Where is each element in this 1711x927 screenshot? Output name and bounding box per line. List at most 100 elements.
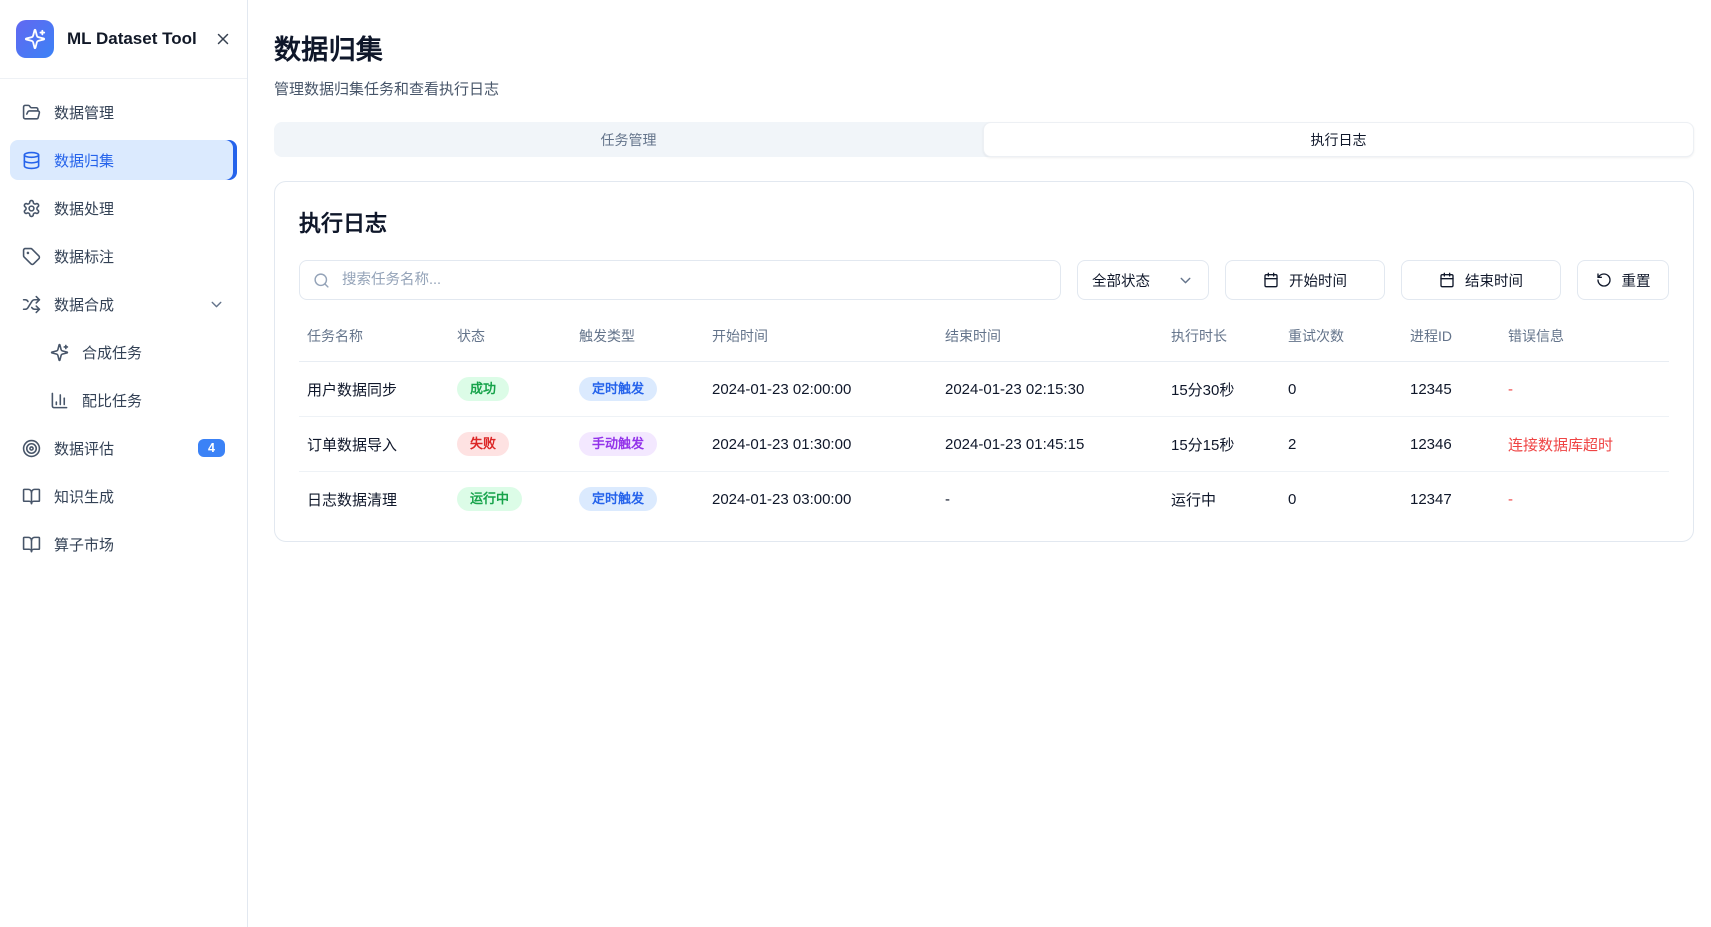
end-time-cell: 2024-01-23 01:45:15 xyxy=(937,417,1163,472)
status-filter-value: 全部状态 xyxy=(1092,270,1150,291)
chart-icon xyxy=(50,391,69,410)
filter-toolbar: 全部状态 开始时间 结束时间 重置 xyxy=(299,260,1669,300)
book-icon xyxy=(22,487,41,506)
trigger-cell: 定时触发 xyxy=(571,472,704,527)
reset-label: 重置 xyxy=(1622,270,1651,291)
count-badge: 4 xyxy=(198,439,225,458)
status-badge: 运行中 xyxy=(457,487,522,511)
sidebar-item-label: 数据标注 xyxy=(54,246,225,267)
sidebar-item-ratio-task[interactable]: 配比任务 xyxy=(38,380,237,420)
folder-icon xyxy=(22,103,41,122)
shuffle-icon xyxy=(22,295,41,314)
status-badge: 成功 xyxy=(457,377,509,401)
page-subtitle: 管理数据归集任务和查看执行日志 xyxy=(274,78,1694,99)
trigger-badge: 定时触发 xyxy=(579,487,657,511)
trigger-badge: 手动触发 xyxy=(579,432,657,456)
book-icon xyxy=(22,535,41,554)
column-header: 执行时长 xyxy=(1163,316,1280,362)
table-row: 用户数据同步成功 定时触发 2024-01-23 02:00:002024-01-2… xyxy=(299,362,1669,417)
sidebar-item-data-synthesis[interactable]: 数据合成 xyxy=(10,284,237,324)
sidebar-item-label: 配比任务 xyxy=(82,390,225,411)
end-time-label: 结束时间 xyxy=(1465,270,1523,291)
task-name-cell: 订单数据导入 xyxy=(299,417,449,472)
sidebar-item-knowledge-generation[interactable]: 知识生成 xyxy=(10,476,237,516)
sidebar-item-data-management[interactable]: 数据管理 xyxy=(10,92,237,132)
pid-cell: 12347 xyxy=(1402,472,1500,527)
sidebar-close-button[interactable] xyxy=(210,26,236,52)
end-time-button[interactable]: 结束时间 xyxy=(1401,260,1561,300)
column-header: 任务名称 xyxy=(299,316,449,362)
tag-icon xyxy=(22,247,41,266)
column-header: 重试次数 xyxy=(1280,316,1402,362)
table-row: 日志数据清理运行中定时触发2024-01-23 03:00:00-运行中0123… xyxy=(299,472,1669,527)
column-header: 开始时间 xyxy=(704,316,937,362)
target-icon xyxy=(22,439,41,458)
error-cell: 连接数据库超时 xyxy=(1500,417,1669,472)
sidebar-item-data-annotation[interactable]: 数据标注 xyxy=(10,236,237,276)
chevron-down-icon xyxy=(208,296,225,313)
sidebar-item-label: 数据合成 xyxy=(54,294,195,315)
error-cell: - xyxy=(1500,362,1669,417)
chevron-down-icon xyxy=(1177,272,1194,289)
page-title: 数据归集 xyxy=(274,28,1694,67)
sidebar-item-data-collection[interactable]: 数据归集 xyxy=(10,140,237,180)
sidebar-item-label: 数据评估 xyxy=(54,438,185,459)
sidebar-item-data-processing[interactable]: 数据处理 xyxy=(10,188,237,228)
search-box[interactable] xyxy=(299,260,1061,300)
sidebar-item-label: 数据管理 xyxy=(54,102,225,123)
sidebar-item-data-evaluation[interactable]: 数据评估 4 xyxy=(10,428,237,468)
execution-logs-panel: 执行日志 全部状态 开始时间 结束时间 重置 任务名称状 xyxy=(274,181,1694,542)
sidebar-item-label: 数据处理 xyxy=(54,198,225,219)
duration-cell: 15分30秒 xyxy=(1163,362,1280,417)
trigger-cell: 定时触发 xyxy=(571,362,704,417)
sparkles-icon xyxy=(50,343,69,362)
app-root: ML Dataset Tool 数据管理数据归集数据处理数据标注数据合成合成任务… xyxy=(0,0,1711,927)
sidebar-header: ML Dataset Tool xyxy=(0,0,247,79)
logs-table: 任务名称状态触发类型开始时间结束时间执行时长重试次数进程ID错误信息 用户数据同… xyxy=(299,316,1669,527)
pid-cell: 12346 xyxy=(1402,417,1500,472)
status-cell: 运行中 xyxy=(449,472,571,527)
duration-cell: 运行中 xyxy=(1163,472,1280,527)
task-name-cell: 用户数据同步 xyxy=(299,362,449,417)
status-badge: 失败 xyxy=(457,432,509,456)
sidebar-item-label: 数据归集 xyxy=(54,150,225,171)
column-header: 触发类型 xyxy=(571,316,704,362)
sidebar-item-label: 合成任务 xyxy=(82,342,225,363)
tab-task-management[interactable]: 任务管理 xyxy=(274,122,983,157)
close-icon xyxy=(214,30,232,48)
column-header: 错误信息 xyxy=(1500,316,1669,362)
table-header-row: 任务名称状态触发类型开始时间结束时间执行时长重试次数进程ID错误信息 xyxy=(299,316,1669,362)
status-cell: 失败 xyxy=(449,417,571,472)
sidebar-item-operator-market[interactable]: 算子市场 xyxy=(10,524,237,564)
app-logo xyxy=(16,20,54,58)
search-icon xyxy=(313,272,330,289)
tab-bar: 任务管理执行日志 xyxy=(274,122,1694,157)
sidebar-item-label: 知识生成 xyxy=(54,486,225,507)
sidebar: ML Dataset Tool 数据管理数据归集数据处理数据标注数据合成合成任务… xyxy=(0,0,248,927)
trigger-cell: 手动触发 xyxy=(571,417,704,472)
start-time-button[interactable]: 开始时间 xyxy=(1225,260,1385,300)
column-header: 状态 xyxy=(449,316,571,362)
calendar-icon xyxy=(1263,272,1279,288)
duration-cell: 15分15秒 xyxy=(1163,417,1280,472)
retries-cell: 0 xyxy=(1280,362,1402,417)
sparkles-icon xyxy=(24,28,46,50)
search-input[interactable] xyxy=(340,271,1047,289)
trigger-badge: 定时触发 xyxy=(579,377,657,401)
reset-button[interactable]: 重置 xyxy=(1577,260,1669,300)
reset-icon xyxy=(1596,272,1612,288)
calendar-icon xyxy=(1439,272,1455,288)
tab-execution-logs[interactable]: 执行日志 xyxy=(983,122,1694,157)
column-header: 结束时间 xyxy=(937,316,1163,362)
error-cell: - xyxy=(1500,472,1669,527)
start-time-cell: 2024-01-23 02:00:00 xyxy=(704,362,937,417)
task-name-cell: 日志数据清理 xyxy=(299,472,449,527)
end-time-cell: 2024-01-23 02:15:30 xyxy=(937,362,1163,417)
sidebar-item-label: 算子市场 xyxy=(54,534,225,555)
start-time-cell: 2024-01-23 03:00:00 xyxy=(704,472,937,527)
sidebar-item-synthesis-task[interactable]: 合成任务 xyxy=(38,332,237,372)
pid-cell: 12345 xyxy=(1402,362,1500,417)
status-cell: 成功 xyxy=(449,362,571,417)
status-filter-select[interactable]: 全部状态 xyxy=(1077,260,1209,300)
gear-icon xyxy=(22,199,41,218)
